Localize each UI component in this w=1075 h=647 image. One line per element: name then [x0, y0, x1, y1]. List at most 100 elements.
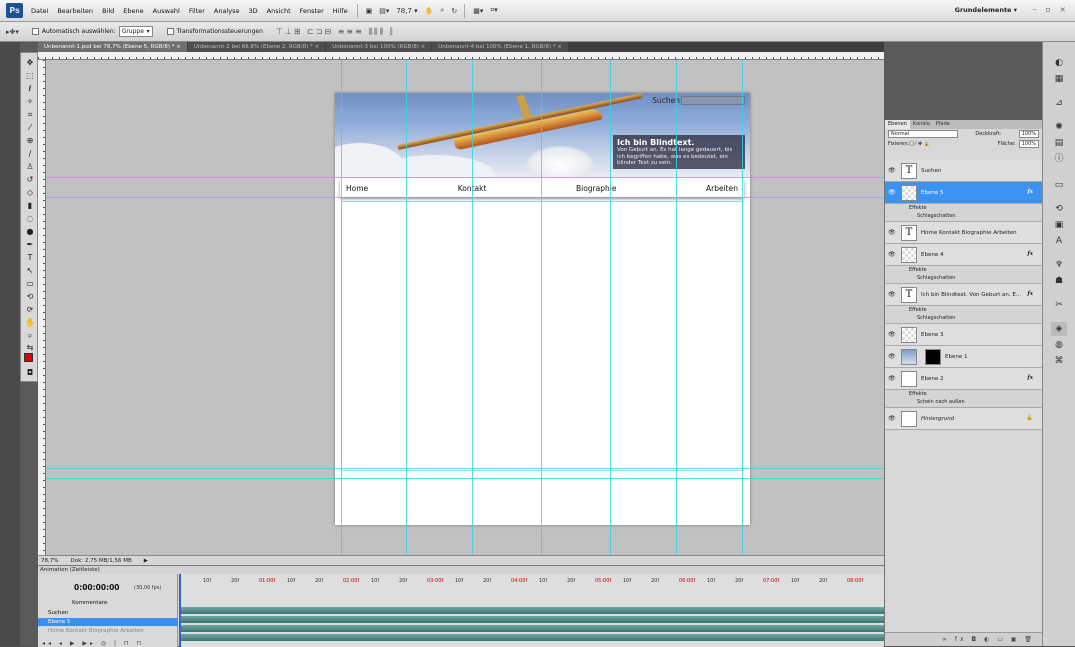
anim-row-ebene-5[interactable]: Ebene 5	[38, 618, 178, 626]
nav-home[interactable]: Home	[346, 184, 368, 193]
character-panel-icon[interactable]: A	[1051, 234, 1067, 248]
crop-tool-icon[interactable]: ⌗	[24, 109, 36, 120]
menu-ansicht[interactable]: Ansicht	[267, 7, 291, 15]
effects-label[interactable]: Effekte	[909, 391, 927, 397]
brush-tool-icon[interactable]: ∕	[24, 148, 36, 159]
transform-controls-checkbox[interactable]	[166, 28, 174, 35]
layer-row-selected[interactable]: 👁 Ebene 5 fx	[885, 182, 1043, 204]
layer-name[interactable]: Ebene 1	[945, 354, 967, 360]
anim-row-navigation[interactable]: Home Kontakt Biographie Arbeiten	[38, 627, 178, 635]
guide-line[interactable]	[541, 60, 542, 555]
guide-line[interactable]	[742, 60, 743, 555]
timeline[interactable]: 10f 20f 01:00f 10f 20f 02:00f 10f 20f 03:00f 10f 2…	[179, 574, 884, 647]
stamp-tool-icon[interactable]: ♙	[24, 161, 36, 172]
guide-line[interactable]	[406, 60, 407, 555]
styles-panel-icon[interactable]: ☗	[1051, 274, 1067, 288]
ruler-horizontal[interactable]	[38, 52, 884, 60]
status-arrow-icon[interactable]: ▶	[144, 558, 148, 564]
layer-name[interactable]: Suchen	[921, 168, 941, 174]
layer-name[interactable]: Ebene 4	[921, 252, 943, 258]
animation-panel-title[interactable]: Animation (Zeitleiste)	[40, 567, 100, 573]
window-controls[interactable]: – ▫ ×	[1033, 5, 1069, 14]
path-selection-icon[interactable]: ↖	[24, 265, 36, 276]
playhead[interactable]	[179, 574, 181, 647]
auto-select-checkbox[interactable]	[31, 28, 39, 35]
blur-tool-icon[interactable]: ◌	[24, 213, 36, 224]
actions-panel-icon[interactable]: ▣	[1051, 218, 1067, 232]
visibility-eye-icon[interactable]: 👁	[888, 375, 896, 382]
layer-name[interactable]: Hintergrund	[921, 416, 954, 422]
marquee-tool-icon[interactable]: ⬚	[24, 70, 36, 81]
menu-bearbeiten[interactable]: Bearbeiten	[57, 7, 93, 15]
visibility-eye-icon[interactable]: 👁	[888, 353, 896, 360]
guide-line[interactable]	[341, 60, 342, 555]
visibility-eye-icon[interactable]: 👁	[888, 291, 896, 298]
pen-tool-icon[interactable]: ✒	[24, 239, 36, 250]
effects-label[interactable]: Effekte	[909, 307, 927, 313]
swap-colors-icon[interactable]: ⇆	[24, 342, 36, 353]
bridge-icon[interactable]: ▣	[366, 7, 373, 15]
brushes-panel-icon[interactable]: ✺	[1051, 120, 1067, 134]
fx-icon[interactable]: fx	[1027, 251, 1033, 257]
drop-shadow-label[interactable]: Schlagschatten	[917, 275, 955, 281]
timeline-track[interactable]	[179, 616, 884, 623]
3d-rotate-icon[interactable]: ⟲	[24, 291, 36, 302]
effects-label[interactable]: Effekte	[909, 205, 927, 211]
history-brush-icon[interactable]: ↺	[24, 174, 36, 185]
menu-3d[interactable]: 3D	[249, 7, 258, 15]
layers-panel-icon[interactable]: ◈	[1051, 322, 1067, 336]
zoom-tool-icon[interactable]: ⌕	[440, 6, 444, 15]
layer-name[interactable]: Ebene 2	[921, 376, 943, 382]
timeline-track[interactable]	[179, 607, 884, 614]
layer-row[interactable]: 👁 Ebene 2 fx	[885, 368, 1043, 390]
visibility-eye-icon[interactable]: 👁	[888, 189, 896, 196]
menu-bild[interactable]: Bild	[102, 7, 114, 15]
move-tool-icon[interactable]: ✥	[24, 57, 36, 68]
menu-datei[interactable]: Datei	[31, 7, 48, 15]
effects-label[interactable]: Effekte	[909, 267, 927, 273]
menu-hilfe[interactable]: Hilfe	[333, 7, 348, 15]
drop-shadow-label[interactable]: Schlagschatten	[917, 315, 955, 321]
history-panel-icon[interactable]: ⟲	[1051, 202, 1067, 216]
timeline-track[interactable]	[179, 625, 884, 632]
arrange-docs-icon[interactable]: ▦▾	[473, 7, 483, 15]
guide-line[interactable]	[46, 197, 884, 198]
tab-ebenen[interactable]: Ebenen	[885, 120, 910, 129]
tab-pfade[interactable]: Pfade	[933, 120, 953, 129]
paths-icon[interactable]: ⌘	[1051, 354, 1067, 368]
visibility-eye-icon[interactable]: 👁	[888, 415, 896, 422]
visibility-eye-icon[interactable]: 👁	[888, 229, 896, 236]
layer-row[interactable]: 👁 Hintergrund 🔒	[885, 408, 1043, 430]
search-input[interactable]	[681, 96, 745, 105]
outer-glow-label[interactable]: Schein nach außen	[917, 399, 965, 405]
align-icons[interactable]: ⊤⊥⊞ ⊏⊐⊟ ≡≡≡ ⫼⫼⫼ ⫿	[276, 27, 395, 37]
layer-name[interactable]: Ich bin Blindtext. Von Geburt an. E...	[921, 292, 1021, 298]
tab-unbenannt-1[interactable]: Unbenannt-1.psd bei 78,7% (Ebene 5, RGB/…	[38, 42, 187, 52]
ruler-vertical[interactable]	[38, 60, 46, 555]
color-panel-icon[interactable]: ◐	[1051, 56, 1067, 70]
guide-line[interactable]	[610, 60, 611, 555]
eraser-tool-icon[interactable]: ◇	[24, 187, 36, 198]
layer-row[interactable]: 👁 Ebene 4 fx	[885, 244, 1043, 266]
tab-kanaele[interactable]: Kanäle	[910, 120, 933, 129]
drop-shadow-label[interactable]: Schlagschatten	[917, 213, 955, 219]
auto-select-dropdown[interactable]: Gruppe	[118, 26, 153, 37]
magic-wand-icon[interactable]: ✧	[24, 96, 36, 107]
opacity-input[interactable]: 100%	[1018, 130, 1039, 138]
visibility-eye-icon[interactable]: 👁	[888, 251, 896, 258]
hand-tool-icon[interactable]: ✋	[425, 7, 434, 15]
menu-ebene[interactable]: Ebene	[123, 7, 143, 15]
info-panel-icon[interactable]: ⓘ	[1051, 152, 1067, 166]
shape-tool-icon[interactable]: ▭	[24, 278, 36, 289]
blend-mode-select[interactable]: Normal	[888, 130, 958, 138]
document-canvas[interactable]: Suchen Ich bin Blindtext. Von Geburt an.…	[335, 93, 750, 525]
layer-row[interactable]: 👁 Ebene 1	[885, 346, 1043, 368]
quick-mask-icon[interactable]: ◘	[24, 367, 36, 378]
rotate-view-icon[interactable]: ↻	[451, 7, 457, 15]
dodge-tool-icon[interactable]: ●	[24, 226, 36, 237]
3d-orbit-icon[interactable]: ⟳	[24, 304, 36, 315]
eyedropper-icon[interactable]: ⁄	[24, 122, 36, 133]
channels-panel-icon[interactable]: ◍	[1051, 338, 1067, 352]
guide-line[interactable]	[46, 478, 884, 479]
layers-panel-footer[interactable]: ∞ fx ◘ ◐ ▭ ▣ 🗑	[885, 632, 1043, 646]
